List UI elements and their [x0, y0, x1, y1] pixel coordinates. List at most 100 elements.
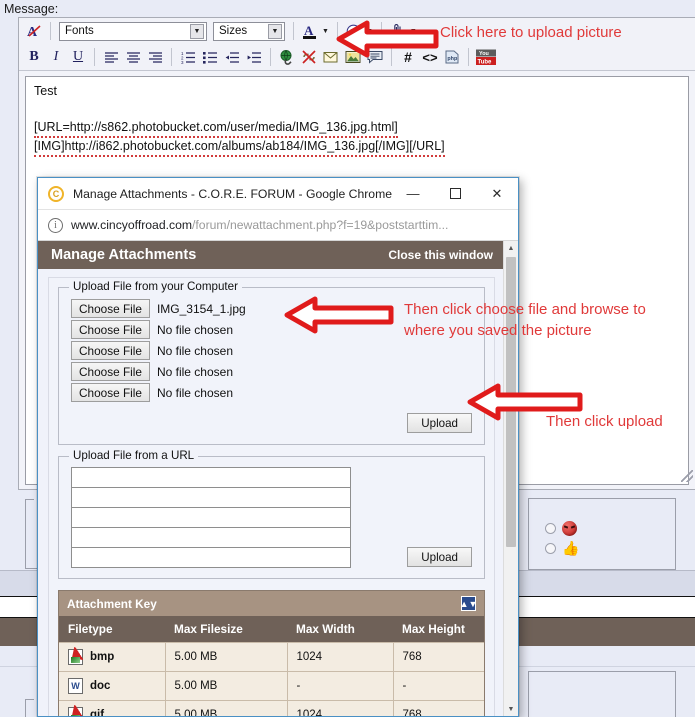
url-path: /forum/newattachment.php?f=19&poststartt… — [192, 218, 449, 232]
attachment-key-grid: Filetype Max Filesize Max Width Max Heig… — [59, 616, 484, 717]
insert-php-button[interactable]: php — [441, 46, 463, 68]
chevron-down-icon: ▼ — [190, 23, 204, 39]
underline-button[interactable]: U — [67, 46, 89, 68]
bold-button[interactable]: B — [23, 46, 45, 68]
toolbar-divider — [94, 48, 95, 66]
column-max-filesize: Max Filesize — [165, 616, 287, 643]
arrow-to-attachment-icon — [336, 20, 439, 58]
chevron-down-icon: ▼ — [268, 23, 282, 39]
svg-text:php: php — [447, 56, 458, 62]
scroll-down-icon[interactable]: ▼ — [504, 702, 518, 716]
url-input[interactable] — [71, 467, 351, 488]
filetype-label: gif — [90, 709, 105, 717]
svg-text:3: 3 — [181, 60, 184, 64]
message-label: Message: — [4, 2, 59, 16]
upload-panel: Upload File from your Computer Choose Fi… — [48, 277, 495, 717]
attachment-key-header: Attachment Key ▲▼ — [59, 591, 484, 616]
chrome-popup-window: C Manage Attachments - C.O.R.E. FORUM - … — [37, 177, 519, 717]
message-line-1: Test — [34, 84, 57, 98]
rating-option-negative[interactable] — [545, 521, 577, 536]
upload-file-button[interactable]: Upload — [407, 413, 472, 433]
scroll-up-icon[interactable]: ▲ — [504, 241, 518, 256]
max-width-cell: 1024 — [287, 700, 394, 716]
bottom-panel — [528, 671, 676, 717]
outdent-button[interactable] — [221, 46, 243, 68]
size-select[interactable]: Sizes ▼ — [213, 21, 285, 41]
font-select[interactable]: Fonts ▼ — [59, 21, 207, 41]
url-input[interactable] — [71, 507, 351, 528]
favicon-icon: C — [48, 185, 64, 202]
unordered-list-button[interactable] — [199, 46, 221, 68]
align-right-button[interactable] — [144, 46, 166, 68]
chrome-url-bar[interactable]: i www.cincyoffroad.com/forum/newattachme… — [38, 210, 518, 241]
minimize-button[interactable]: — — [392, 178, 434, 209]
rating-box: 👍 — [528, 498, 676, 570]
indent-button[interactable] — [243, 46, 265, 68]
filetype-label: doc — [90, 680, 111, 692]
toolbar-divider — [171, 48, 172, 66]
insert-video-button[interactable]: You Tube — [474, 46, 498, 68]
file-name-label: IMG_3154_1.jpg — [156, 301, 246, 316]
angry-face-icon — [562, 521, 577, 536]
max-height-cell: 768 — [393, 642, 484, 672]
url-input[interactable] — [71, 527, 351, 548]
align-center-button[interactable] — [122, 46, 144, 68]
rating-option-positive[interactable]: 👍 — [545, 541, 579, 555]
insert-link-button[interactable] — [276, 46, 298, 68]
file-name-label: No file chosen — [156, 322, 233, 337]
close-this-window-link[interactable]: Close this window — [388, 248, 493, 262]
choose-file-button[interactable]: Choose File — [71, 362, 150, 381]
file-name-label: No file chosen — [156, 385, 233, 400]
choose-file-button[interactable]: Choose File — [71, 383, 150, 402]
thumbs-up-icon: 👍 — [562, 540, 580, 556]
choose-file-button[interactable]: Choose File — [71, 299, 150, 318]
url-input[interactable] — [71, 487, 351, 508]
choose-file-button[interactable]: Choose File — [71, 320, 150, 339]
screenshot-root: Message: A Fonts ▼ — [0, 0, 695, 717]
file-row: Choose File No file chosen — [71, 340, 472, 361]
close-button[interactable]: ✕ — [476, 178, 518, 209]
remove-link-button[interactable] — [298, 46, 320, 68]
file-row: Choose File No file chosen — [71, 361, 472, 382]
upload-button-row: Upload — [71, 413, 472, 433]
ordered-list-button[interactable]: 1 2 3 — [177, 46, 199, 68]
manage-attachments-header: Manage Attachments Close this window — [38, 241, 505, 269]
message-line-3: [IMG]http://i862.photobucket.com/albums/… — [34, 138, 445, 157]
site-info-icon[interactable]: i — [48, 217, 63, 233]
remove-formatting-icon[interactable]: A — [23, 20, 45, 42]
radio-button[interactable] — [545, 542, 556, 554]
collapse-icon[interactable]: ▲▼ — [460, 596, 477, 611]
column-filetype: Filetype — [59, 616, 165, 643]
page-title: Manage Attachments — [51, 247, 197, 263]
max-filesize-cell: 5.00 MB — [165, 700, 288, 716]
table-header-row: Filetype Max Filesize Max Width Max Heig… — [59, 616, 484, 643]
chevron-down-icon[interactable]: ▼ — [322, 28, 329, 35]
italic-button[interactable]: I — [45, 46, 67, 68]
svg-text:Tube: Tube — [478, 59, 493, 65]
word-doc-icon: W — [68, 678, 83, 694]
upload-from-computer-legend: Upload File from your Computer — [69, 280, 242, 293]
choose-file-button[interactable]: Choose File — [71, 341, 150, 360]
max-height-cell: - — [393, 671, 484, 701]
file-row: Choose File No file chosen — [71, 382, 472, 403]
upload-url-button[interactable]: Upload — [407, 547, 472, 567]
font-color-icon[interactable]: A — [299, 20, 321, 42]
message-line-2: [URL=http://s862.photobucket.com/user/me… — [34, 119, 398, 138]
size-select-value: Sizes — [219, 25, 248, 37]
url-domain: www.cincyoffroad.com — [71, 218, 193, 232]
svg-text:A: A — [304, 23, 314, 38]
toolbar-divider — [468, 48, 469, 66]
upload-from-url-legend: Upload File from a URL — [69, 449, 199, 462]
maximize-button[interactable] — [434, 178, 476, 209]
align-left-button[interactable] — [100, 46, 122, 68]
chrome-title-bar[interactable]: C Manage Attachments - C.O.R.E. FORUM - … — [38, 178, 518, 210]
radio-button[interactable] — [545, 523, 556, 534]
url-input[interactable] — [71, 547, 351, 568]
url-inputs — [71, 467, 351, 568]
toolbar-divider — [50, 22, 51, 40]
resize-grip-icon[interactable] — [681, 470, 693, 482]
window-title: Manage Attachments - C.O.R.E. FORUM - Go… — [73, 186, 393, 201]
max-width-cell: 1024 — [287, 642, 394, 672]
font-select-value: Fonts — [65, 25, 94, 37]
